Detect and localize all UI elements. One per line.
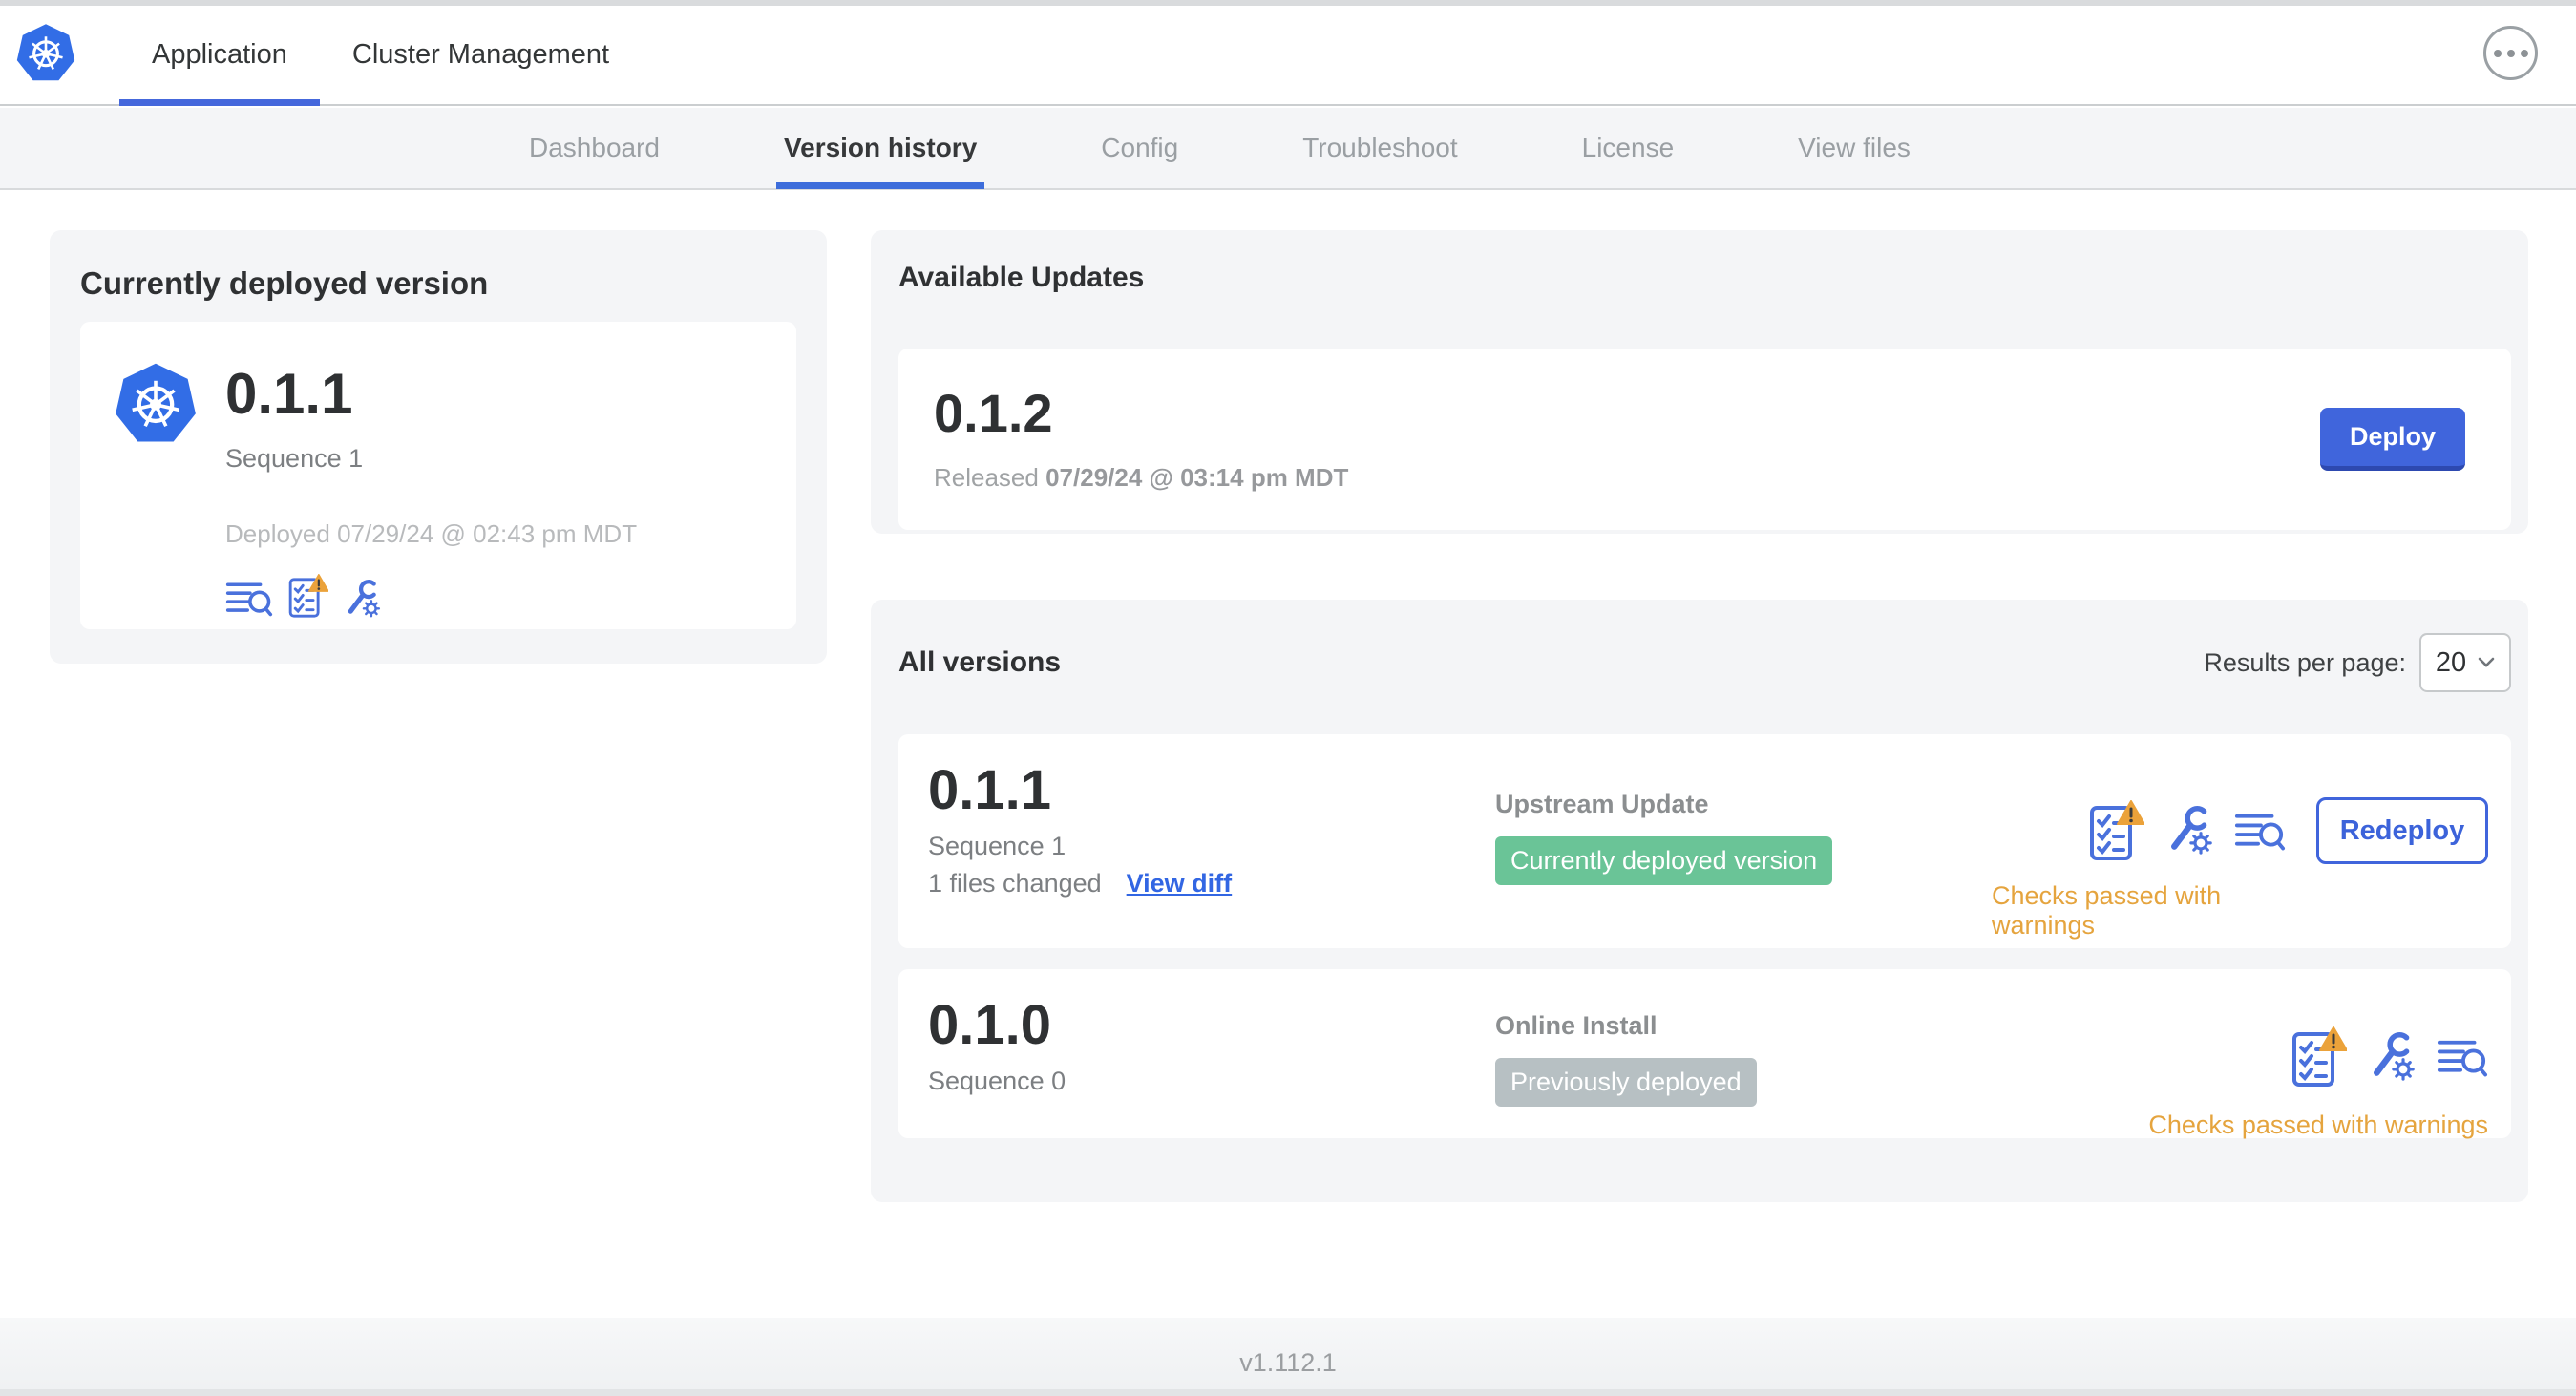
release-notes-icon bbox=[2437, 1040, 2488, 1077]
update-version-number: 0.1.2 bbox=[934, 382, 1053, 443]
subnav-tab-dashboard[interactable]: Dashboard bbox=[529, 107, 660, 189]
deployed-timestamp: Deployed 07/29/24 @ 02:43 pm MDT bbox=[225, 519, 638, 548]
tab-cluster-management[interactable]: Cluster Management bbox=[320, 6, 642, 104]
console-version: v1.112.1 bbox=[1239, 1348, 1337, 1377]
version-actions bbox=[2291, 1026, 2488, 1088]
edit-config-icon bbox=[348, 579, 381, 618]
ellipsis-icon bbox=[2493, 49, 2502, 57]
status-badge: Currently deployed version bbox=[1495, 836, 1833, 885]
all-versions-panel: All versions Results per page: 20 0.1.1 … bbox=[871, 600, 2528, 1202]
redeploy-button[interactable]: Redeploy bbox=[2316, 797, 2488, 864]
results-per-page-label: Results per page: bbox=[2204, 647, 2406, 677]
footer: v1.112.1 bbox=[0, 1318, 2576, 1396]
app-subnav: Dashboard Version history Config Trouble… bbox=[0, 108, 2576, 190]
release-notes-icon[interactable] bbox=[2234, 810, 2286, 852]
subnav-tab-license[interactable]: License bbox=[1582, 107, 1675, 189]
preflight-checks-warning-icon[interactable] bbox=[2291, 1026, 2347, 1088]
preflight-checks-status[interactable]: Checks passed with warnings bbox=[1992, 881, 2299, 941]
files-changed: 1 files changed bbox=[928, 869, 1102, 898]
available-updates-title: Available Updates bbox=[898, 262, 1145, 293]
version-number: 0.1.0 bbox=[928, 994, 1051, 1056]
subnav-tab-version-history[interactable]: Version history bbox=[775, 107, 985, 189]
kubernetes-logo-icon bbox=[16, 24, 75, 81]
tab-cluster-management-label: Cluster Management bbox=[351, 39, 610, 70]
edit-config-icon[interactable] bbox=[2368, 1032, 2416, 1082]
all-versions-title: All versions bbox=[898, 646, 1062, 678]
release-notes-icon bbox=[2234, 814, 2286, 851]
available-updates-panel: Available Updates 0.1.2 Released 07/29/2… bbox=[871, 230, 2528, 534]
edit-config-icon[interactable] bbox=[2165, 806, 2213, 856]
currently-deployed-title: Currently deployed version bbox=[80, 265, 489, 301]
update-card: 0.1.2 Released 07/29/24 @ 03:14 pm MDT D… bbox=[898, 349, 2511, 530]
currently-deployed-panel: Currently deployed version 0.1.1 Sequenc… bbox=[50, 230, 827, 664]
page: Application Cluster Management Dashboard… bbox=[0, 0, 2576, 1396]
version-source: Online Install bbox=[1495, 1011, 1658, 1040]
tab-application-label: Application bbox=[152, 39, 287, 70]
version-row: 0.1.1 Sequence 1 1 files changed View dif… bbox=[898, 734, 2511, 948]
preflight-checks-warning-icon bbox=[2292, 1026, 2347, 1087]
edit-config-icon bbox=[2374, 1032, 2415, 1081]
deployed-sequence: Sequence 1 bbox=[225, 444, 364, 473]
top-nav-tabs: Application Cluster Management bbox=[119, 6, 642, 106]
version-source: Upstream Update bbox=[1495, 790, 1709, 818]
results-per-page-select[interactable]: 20 bbox=[2419, 633, 2511, 692]
preflight-checks-warning-icon bbox=[288, 574, 328, 618]
release-notes-icon bbox=[225, 582, 273, 617]
top-nav: Application Cluster Management bbox=[0, 0, 2576, 106]
update-released-timestamp: Released 07/29/24 @ 03:14 pm MDT bbox=[934, 462, 1349, 492]
deployed-version-card: 0.1.1 Sequence 1 Deployed 07/29/24 @ 02:… bbox=[80, 322, 796, 629]
chevron-down-icon bbox=[2478, 657, 2495, 667]
status-badge: Previously deployed bbox=[1495, 1058, 1757, 1107]
tab-application[interactable]: Application bbox=[119, 6, 320, 106]
kubernetes-logo-icon bbox=[116, 363, 196, 442]
app-logo bbox=[16, 23, 75, 82]
version-sequence: Sequence 0 bbox=[928, 1067, 1066, 1095]
deployed-version-actions bbox=[225, 574, 637, 618]
edit-config-icon[interactable] bbox=[344, 579, 381, 618]
version-row: 0.1.0 Sequence 0 Online Install Previous… bbox=[898, 969, 2511, 1140]
subnav-tab-troubleshoot[interactable]: Troubleshoot bbox=[1302, 107, 1457, 189]
preflight-checks-warning-icon[interactable] bbox=[288, 574, 328, 618]
more-menu-button[interactable] bbox=[2483, 26, 2538, 80]
window-edge bbox=[0, 0, 2576, 6]
subnav-tab-config[interactable]: Config bbox=[1101, 107, 1178, 189]
release-notes-icon[interactable] bbox=[2437, 1036, 2488, 1078]
release-notes-icon[interactable] bbox=[225, 579, 273, 618]
version-actions: Redeploy bbox=[2089, 797, 2488, 864]
preflight-checks-warning-icon[interactable] bbox=[2089, 800, 2144, 861]
preflight-checks-warning-icon bbox=[2090, 800, 2144, 860]
results-per-page: Results per page: 20 bbox=[2204, 633, 2511, 692]
deploy-button[interactable]: Deploy bbox=[2320, 408, 2465, 471]
version-sequence: Sequence 1 bbox=[928, 832, 1066, 860]
app-icon bbox=[115, 362, 197, 444]
preflight-checks-status[interactable]: Checks passed with warnings bbox=[2148, 1110, 2488, 1140]
all-versions-header: All versions Results per page: 20 bbox=[898, 628, 2511, 697]
view-diff-link[interactable]: View diff bbox=[1127, 869, 1233, 898]
edit-config-icon bbox=[2171, 806, 2212, 855]
subnav-tab-view-files[interactable]: View files bbox=[1798, 107, 1911, 189]
version-number: 0.1.1 bbox=[928, 759, 1051, 821]
deployed-version-number: 0.1.1 bbox=[225, 362, 353, 426]
